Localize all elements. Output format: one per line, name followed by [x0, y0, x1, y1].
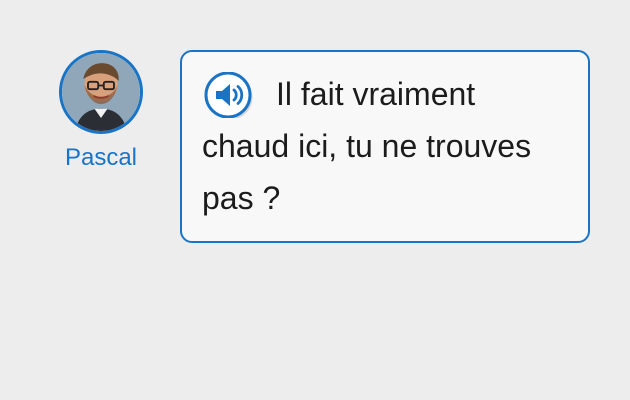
avatar-image [62, 53, 140, 131]
play-audio-button[interactable] [202, 71, 256, 118]
message-bubble: Il fait vraiment chaud ici, tu ne trouve… [180, 50, 590, 243]
speaker-card: Pascal [55, 50, 147, 172]
message-line: Il fait vraiment chaud ici, tu ne trouve… [202, 68, 568, 224]
speaker-icon [204, 71, 253, 118]
speaker-name: Pascal [64, 144, 138, 171]
avatar [59, 50, 143, 134]
